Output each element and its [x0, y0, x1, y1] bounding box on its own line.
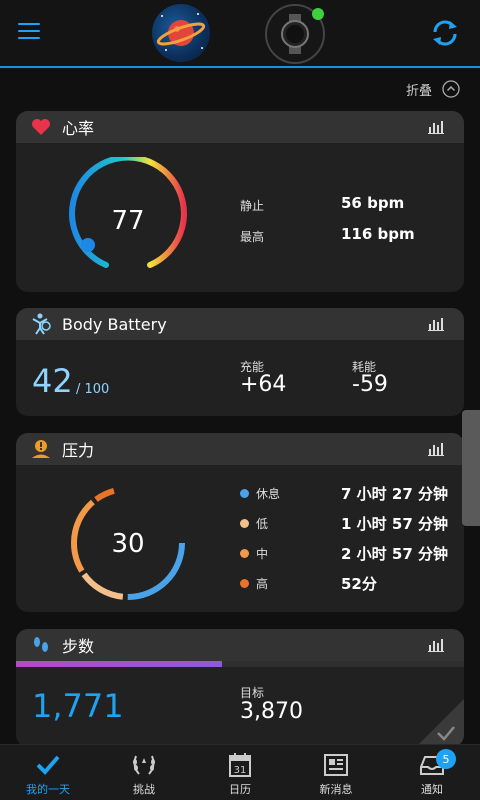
- stress-high-value: 52分: [341, 575, 377, 593]
- steps-header: 步数: [16, 629, 464, 661]
- bar-chart-icon[interactable]: [428, 442, 444, 456]
- chevron-up-icon: [442, 80, 460, 98]
- nav-calendar[interactable]: 31 日历: [192, 745, 288, 800]
- stress-rest-label: 休息: [256, 487, 281, 501]
- body-battery-title: Body Battery: [62, 314, 167, 334]
- stress-medium-value: 2 小时 57 分钟: [341, 545, 448, 563]
- heart-rate-header: 心率: [16, 111, 464, 143]
- bottom-nav: 我的一天 挑战 31 日历 新消息 通知 5: [0, 744, 480, 800]
- laurel-icon: [130, 751, 158, 779]
- stress-low-dot: [240, 519, 249, 528]
- heart-rate-current: 77: [111, 206, 144, 236]
- resting-hr-value: 56 bpm: [341, 194, 405, 212]
- steps-card[interactable]: 步数 1,771 目标 3,870: [16, 629, 464, 747]
- stress-title: 压力: [62, 441, 95, 460]
- stress-medium-dot: [240, 549, 249, 558]
- stress-rest-dot: [240, 489, 249, 498]
- steps-progress-track: [16, 661, 464, 667]
- heart-rate-gauge: 77: [69, 157, 187, 268]
- device-connected-indicator: [312, 8, 324, 20]
- notification-badge: 5: [436, 749, 456, 769]
- top-bar: [0, 0, 480, 68]
- stress-medium-label: 中: [256, 547, 269, 561]
- nav-label: 我的一天: [26, 783, 70, 796]
- heart-rate-title: 心率: [62, 119, 95, 138]
- calendar-icon: 31: [226, 751, 254, 779]
- nav-label: 挑战: [133, 783, 155, 796]
- body-battery-max: / 100: [76, 382, 110, 397]
- nav-my-day[interactable]: 我的一天: [0, 745, 96, 800]
- footprints-icon: [30, 634, 52, 656]
- body-battery-value: 42: [32, 362, 73, 400]
- drained-value: -59: [352, 372, 388, 397]
- body-battery-card[interactable]: Body Battery 42 / 100 充能 +64 耗能 -59: [16, 308, 464, 416]
- stress-ring: 30: [71, 486, 185, 600]
- nav-label: 日历: [229, 783, 251, 796]
- check-icon: [34, 751, 62, 779]
- nav-challenges[interactable]: 挑战: [96, 745, 192, 800]
- calendar-day: 31: [234, 765, 247, 776]
- bar-chart-icon[interactable]: [428, 638, 444, 652]
- stress-low-value: 1 小时 57 分钟: [341, 515, 448, 533]
- charged-value: +64: [240, 372, 287, 397]
- planet-icon: [156, 13, 206, 51]
- steps-goal-value: 3,870: [240, 699, 303, 724]
- stress-card[interactable]: 压力 30 休息 7 小时 27 分钟 低 1 小时 57 分钟 中 2 小时 …: [16, 433, 464, 612]
- nav-notifications[interactable]: 通知 5: [384, 745, 480, 800]
- sync-icon: [433, 20, 457, 46]
- stress-icon: [30, 438, 52, 460]
- heart-icon: [30, 116, 52, 138]
- steps-progress-fill: [16, 661, 223, 667]
- goal-check-icon: [416, 699, 464, 747]
- steps-title: 步数: [62, 637, 95, 656]
- news-icon: [322, 751, 350, 779]
- stress-rest-value: 7 小时 27 分钟: [341, 485, 448, 503]
- bar-chart-icon[interactable]: [428, 317, 444, 331]
- max-hr-label: 最高: [240, 230, 265, 244]
- stress-low-label: 低: [256, 517, 269, 531]
- resting-hr-label: 静止: [240, 199, 265, 213]
- sync-button[interactable]: [428, 16, 462, 50]
- body-battery-icon: [30, 313, 52, 335]
- nav-news[interactable]: 新消息: [288, 745, 384, 800]
- stress-high-label: 高: [256, 577, 269, 591]
- stress-level: 30: [111, 529, 144, 559]
- body-battery-header: Body Battery: [16, 308, 464, 340]
- stress-high-dot: [240, 579, 249, 588]
- max-hr-value: 116 bpm: [341, 225, 415, 243]
- bar-chart-icon[interactable]: [428, 120, 444, 134]
- nav-label: 通知: [421, 783, 443, 796]
- collapse-label: 折叠: [405, 83, 432, 99]
- avatar[interactable]: [152, 4, 210, 62]
- nav-label: 新消息: [319, 783, 353, 796]
- menu-button[interactable]: [18, 23, 40, 41]
- collapse-toggle[interactable]: 折叠: [406, 78, 460, 100]
- stress-header: 压力: [16, 433, 464, 465]
- scrollbar-thumb[interactable]: [462, 410, 480, 526]
- steps-value: 1,771: [32, 687, 124, 725]
- heart-rate-card[interactable]: 心率 77 静止 56 bpm 最高 116 bpm: [16, 111, 464, 292]
